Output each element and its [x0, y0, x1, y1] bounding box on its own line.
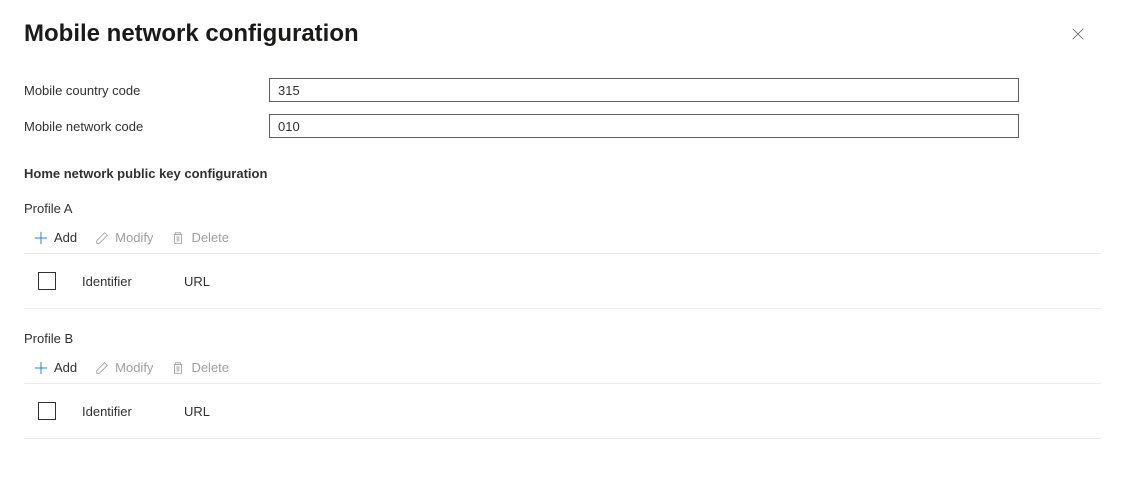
delete-label: Delete [191, 230, 229, 245]
column-identifier[interactable]: Identifier [82, 404, 184, 419]
mcc-input[interactable] [269, 78, 1019, 102]
profile-a-label: Profile A [24, 201, 1101, 216]
profile-b-toolbar: Add Modify Delete [24, 360, 1101, 384]
mcc-label: Mobile country code [24, 83, 269, 98]
page-title: Mobile network configuration [24, 20, 359, 48]
modify-button: Modify [95, 230, 153, 245]
profile-a-toolbar: Add Modify Delete [24, 230, 1101, 254]
column-url[interactable]: URL [184, 274, 210, 289]
plus-icon [34, 361, 48, 375]
delete-label: Delete [191, 360, 229, 375]
close-button[interactable] [1067, 24, 1089, 46]
modify-label: Modify [115, 230, 153, 245]
column-identifier[interactable]: Identifier [82, 274, 184, 289]
close-icon [1071, 27, 1085, 44]
add-label: Add [54, 230, 77, 245]
pencil-icon [95, 361, 109, 375]
select-all-checkbox[interactable] [38, 402, 56, 420]
pencil-icon [95, 231, 109, 245]
plus-icon [34, 231, 48, 245]
trash-icon [171, 361, 185, 375]
delete-button: Delete [171, 230, 229, 245]
add-button[interactable]: Add [34, 360, 77, 375]
section-title: Home network public key configuration [24, 166, 1101, 181]
profile-b-label: Profile B [24, 331, 1101, 346]
trash-icon [171, 231, 185, 245]
modify-button: Modify [95, 360, 153, 375]
add-button[interactable]: Add [34, 230, 77, 245]
profile-b-table-header: Identifier URL [24, 384, 1101, 439]
mnc-input[interactable] [269, 114, 1019, 138]
add-label: Add [54, 360, 77, 375]
modify-label: Modify [115, 360, 153, 375]
profile-a-table-header: Identifier URL [24, 254, 1101, 309]
mnc-label: Mobile network code [24, 119, 269, 134]
select-all-checkbox[interactable] [38, 272, 56, 290]
delete-button: Delete [171, 360, 229, 375]
column-url[interactable]: URL [184, 404, 210, 419]
